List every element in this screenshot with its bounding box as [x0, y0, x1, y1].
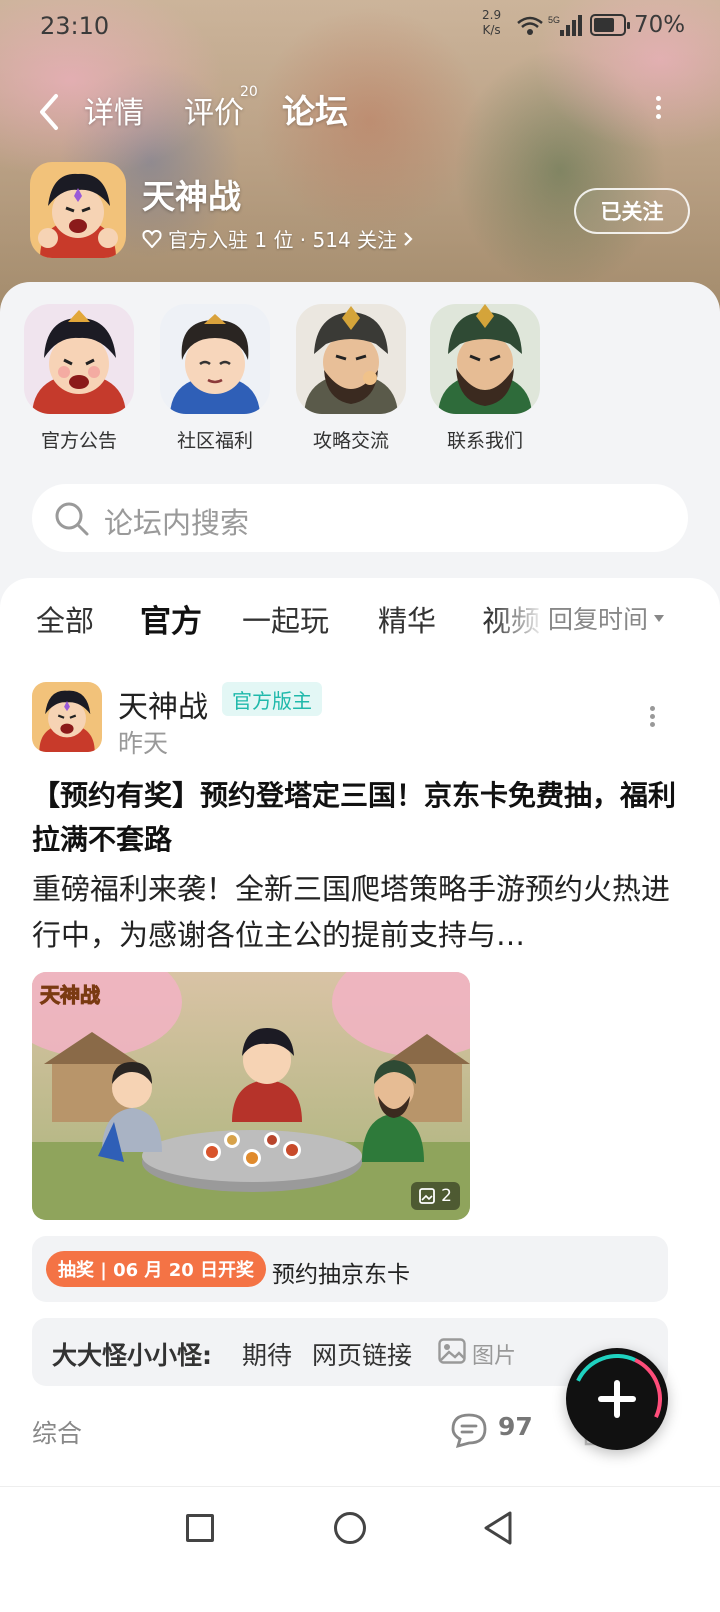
tab-forum[interactable]: 论坛 — [282, 85, 348, 135]
post-more-icon[interactable] — [648, 706, 656, 730]
category-contact[interactable]: 联系我们 — [430, 304, 540, 453]
post-category: 综合 — [32, 1419, 83, 1448]
search-input[interactable]: 论坛内搜索 — [32, 484, 688, 552]
chevron-right-icon — [404, 231, 413, 246]
tab-featured[interactable]: 精华 — [378, 598, 436, 640]
category-guides[interactable]: 攻略交流 — [296, 304, 406, 453]
search-icon — [55, 502, 89, 536]
gallery-icon — [419, 1188, 436, 1204]
dropdown-arrow-icon — [654, 614, 665, 622]
lottery-tag: 抽奖 | 06 月 20 日开奖 — [46, 1251, 267, 1287]
category-welfare[interactable]: 社区福利 — [160, 304, 270, 453]
game-meta[interactable]: 官方入驻 1 位 · 514 关注 — [142, 224, 413, 253]
comment-icon[interactable] — [450, 1412, 488, 1448]
back-icon[interactable] — [34, 90, 64, 134]
contact-avatar-icon — [430, 304, 540, 414]
announcement-avatar-icon — [24, 304, 134, 414]
signal-icon: 5G — [548, 15, 582, 36]
welfare-avatar-icon — [160, 304, 270, 414]
wifi-icon — [517, 16, 543, 35]
battery-icon — [590, 14, 630, 36]
search-placeholder: 论坛内搜索 — [104, 506, 250, 540]
post-title[interactable]: 【预约有奖】预约登塔定三国！京东卡免费抽，福利拉满不套路 — [32, 774, 692, 862]
category-announcements[interactable]: 官方公告 — [24, 304, 134, 453]
net-speed: 2.9 K/s — [482, 8, 502, 37]
post-body[interactable]: 重磅福利来袭！全新三国爬塔策略手游预约火热进行中，为感谢各位主公的提前支持与… — [32, 866, 692, 958]
home-button[interactable] — [334, 1512, 366, 1544]
post-author[interactable]: 天神战 — [118, 682, 208, 726]
post-time: 昨天 — [118, 729, 169, 758]
image-count-badge: 2 — [411, 1182, 460, 1210]
lottery-card[interactable]: 抽奖 | 06 月 20 日开奖 预约抽京东卡 — [32, 1236, 668, 1302]
game-name: 天神战 — [142, 177, 241, 216]
tab-details[interactable]: 详情 — [84, 88, 144, 132]
svg-text:5G: 5G — [548, 15, 560, 25]
tab-all[interactable]: 全部 — [36, 598, 94, 640]
forum-categories: 官方公告 社区福利 攻略交流 联系我们 — [0, 304, 720, 454]
game-info: 天神战 官方入驻 1 位 · 514 关注 已关注 — [30, 162, 690, 262]
status-bar: 23:10 2.9 K/s 5G 70% — [0, 0, 720, 56]
post-image[interactable]: 天神战 2 — [32, 972, 470, 1220]
comment-image-label[interactable]: 图片 — [472, 1338, 516, 1370]
game-icon[interactable] — [30, 162, 126, 258]
tab-play-together[interactable]: 一起玩 — [242, 598, 329, 640]
comment-text: 期待 — [242, 1341, 293, 1370]
comment-user: 大大怪小小怪: — [52, 1341, 212, 1370]
tab-reviews[interactable]: 评价 20 — [184, 84, 258, 132]
create-post-button[interactable] — [566, 1348, 668, 1450]
follow-button[interactable]: 已关注 — [574, 188, 690, 234]
back-button[interactable] — [482, 1510, 514, 1546]
sort-dropdown[interactable]: 回复时间 — [548, 598, 688, 638]
lottery-text: 预约抽京东卡 — [272, 1262, 410, 1288]
top-nav: 详情 评价 20 论坛 — [0, 84, 720, 144]
moderator-badge: 官方版主 — [222, 682, 322, 716]
reviews-count-badge: 20 — [240, 84, 258, 100]
battery-percent: 70% — [634, 12, 686, 38]
more-options-icon[interactable] — [654, 96, 662, 126]
comment-count: 97 — [498, 1412, 533, 1441]
status-time: 23:10 — [40, 12, 110, 40]
image-icon — [438, 1338, 466, 1364]
image-logo-text: 天神战 — [40, 983, 100, 1007]
author-avatar[interactable] — [32, 682, 102, 752]
comment-link[interactable]: 网页链接 — [312, 1336, 412, 1372]
tab-official[interactable]: 官方 — [140, 596, 202, 641]
recents-button[interactable] — [186, 1514, 214, 1542]
system-nav-bar — [0, 1490, 720, 1612]
divider — [0, 1486, 720, 1487]
heart-badge-icon — [142, 229, 162, 248]
guides-avatar-icon — [296, 304, 406, 414]
